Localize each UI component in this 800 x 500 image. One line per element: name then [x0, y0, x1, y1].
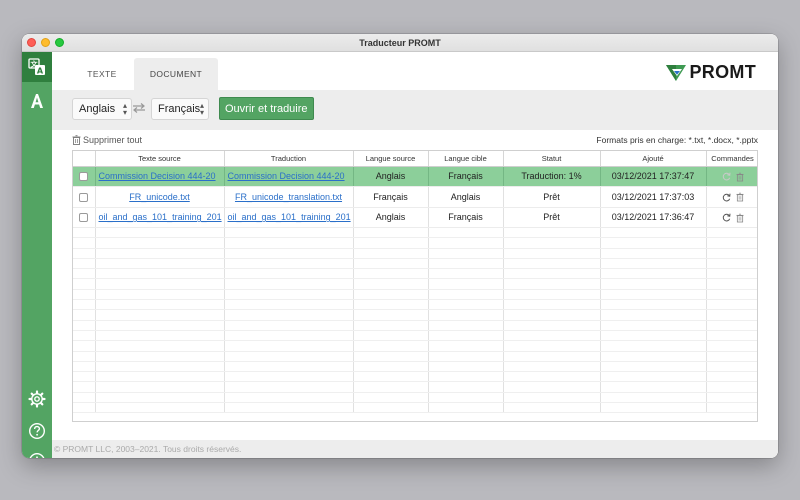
help-icon[interactable] [22, 416, 52, 446]
target-language-cell: Français [428, 166, 504, 187]
copyright-text: © PROMT LLC, 2003–2021. Tous droits rése… [54, 444, 242, 454]
column-header-checkbox [73, 151, 96, 167]
empty-table-row [73, 381, 757, 393]
swap-languages-icon[interactable] [132, 102, 146, 117]
trash-icon [72, 135, 81, 145]
tab-bar: TEXTE DOCUMENT PROMT [52, 52, 778, 90]
empty-table-row [73, 320, 757, 331]
empty-table-row [73, 278, 757, 290]
window-controls [27, 38, 64, 47]
retranslate-icon[interactable] [722, 172, 731, 181]
column-header-commands: Commandes [706, 151, 757, 167]
empty-table-row [73, 248, 757, 259]
close-window-button[interactable] [27, 38, 36, 47]
empty-table-row [73, 227, 757, 239]
column-header-translation[interactable]: Traduction [224, 151, 354, 167]
table-row[interactable]: oil_and_gas_101_training_201 oil_and_gas… [73, 207, 757, 228]
tab-document[interactable]: DOCUMENT [134, 58, 218, 90]
toolbar: Anglais ▴ ▾ Français ▴ ▾ Ouvrir et traduir… [52, 90, 778, 130]
translation-file-link[interactable]: Commission Decision 444-20 [228, 171, 345, 181]
source-file-link[interactable]: Commission Decision 444-20 [99, 171, 216, 181]
source-language-select[interactable]: Anglais ▴ ▾ [72, 98, 132, 120]
target-language-cell: Français [428, 207, 504, 228]
tab-texte[interactable]: TEXTE [78, 58, 126, 90]
svg-text:A: A [37, 67, 44, 76]
delete-all-button[interactable]: Supprimer tout [72, 135, 142, 145]
column-header-source-text[interactable]: Texte source [95, 151, 225, 167]
table-row[interactable]: Commission Decision 444-20 Commission De… [73, 166, 757, 187]
info-icon[interactable] [22, 446, 52, 458]
column-header-status[interactable]: Statut [503, 151, 601, 167]
empty-table-row [73, 392, 757, 404]
settings-icon[interactable] [22, 384, 52, 414]
delete-row-icon[interactable] [735, 213, 744, 223]
table-header-row: Texte source Traduction Langue source La… [73, 151, 757, 167]
empty-rows [73, 227, 757, 414]
translation-file-link[interactable]: FR_unicode_translation.txt [235, 192, 342, 202]
retranslate-icon[interactable] [722, 193, 731, 202]
select-chevron-icon: ▴ ▾ [122, 101, 127, 117]
empty-table-row [73, 258, 757, 270]
minimize-window-button[interactable] [41, 38, 50, 47]
window-title: Traducteur PROMT [359, 37, 441, 48]
empty-table-row [73, 309, 757, 321]
added-cell: 03/12/2021 17:36:47 [600, 207, 707, 228]
promt-logo: PROMT [665, 61, 757, 83]
dictionary-icon[interactable] [22, 86, 52, 116]
empty-table-row [73, 361, 757, 373]
empty-table-row [73, 289, 757, 301]
supported-formats-text: Formats pris en charge: *.txt, *.docx, *… [596, 135, 758, 145]
target-language-select[interactable]: Français ▴ ▾ [151, 98, 209, 120]
empty-table-row [73, 351, 757, 362]
empty-table-row [73, 402, 757, 414]
maximize-window-button[interactable] [55, 38, 64, 47]
translation-file-link[interactable]: oil_and_gas_101_training_201 [228, 212, 351, 222]
status-cell: Traduction: 1% [503, 166, 601, 187]
row-checkbox[interactable] [79, 213, 89, 223]
empty-table-row [73, 237, 757, 249]
retranslate-icon[interactable] [722, 213, 731, 222]
delete-all-label: Supprimer tout [83, 135, 143, 145]
empty-table-row [73, 299, 757, 311]
title-bar: Traducteur PROMT [22, 34, 778, 52]
source-language-cell: Français [353, 186, 429, 208]
delete-row-icon[interactable] [735, 192, 744, 202]
target-language-value: Français [158, 103, 201, 115]
open-and-translate-button[interactable]: Ouvrir et traduire [219, 97, 314, 120]
app-window: Traducteur PROMT 文 A TEXTE DOCUMENT PROM… [22, 34, 778, 458]
source-file-link[interactable]: oil_and_gas_101_training_201 [99, 212, 222, 222]
row-checkbox[interactable] [79, 192, 89, 202]
status-cell: Prêt [503, 207, 601, 228]
column-header-added[interactable]: Ajouté [600, 151, 707, 167]
delete-row-icon[interactable] [735, 172, 744, 182]
column-header-source-language[interactable]: Langue source [353, 151, 429, 167]
empty-table-row [73, 371, 757, 383]
actions-bar: Supprimer tout Formats pris en charge: *… [52, 130, 778, 150]
status-cell: Prêt [503, 186, 601, 208]
source-language-cell: Anglais [353, 166, 429, 187]
source-language-value: Anglais [79, 103, 116, 115]
empty-table-row [73, 268, 757, 280]
footer: © PROMT LLC, 2003–2021. Tous droits rése… [52, 440, 778, 458]
documents-table: Texte source Traduction Langue source La… [72, 150, 758, 422]
added-cell: 03/12/2021 17:37:47 [600, 166, 707, 187]
added-cell: 03/12/2021 17:37:03 [600, 186, 707, 208]
promt-logo-icon [665, 65, 686, 81]
column-header-target-language[interactable]: Langue cible [428, 151, 504, 167]
logo-text: PROMT [689, 61, 756, 82]
row-checkbox[interactable] [79, 172, 89, 182]
translate-icon[interactable]: 文 A [22, 52, 52, 82]
sidebar: 文 A [22, 52, 52, 458]
empty-table-row [73, 330, 757, 342]
empty-table-row [73, 340, 757, 352]
target-language-cell: Anglais [428, 186, 504, 208]
source-file-link[interactable]: FR_unicode.txt [129, 192, 190, 202]
table-row[interactable]: FR_unicode.txt FR_unicode_translation.tx… [73, 186, 757, 208]
select-chevron-icon: ▴ ▾ [199, 101, 204, 117]
source-language-cell: Anglais [353, 207, 429, 228]
